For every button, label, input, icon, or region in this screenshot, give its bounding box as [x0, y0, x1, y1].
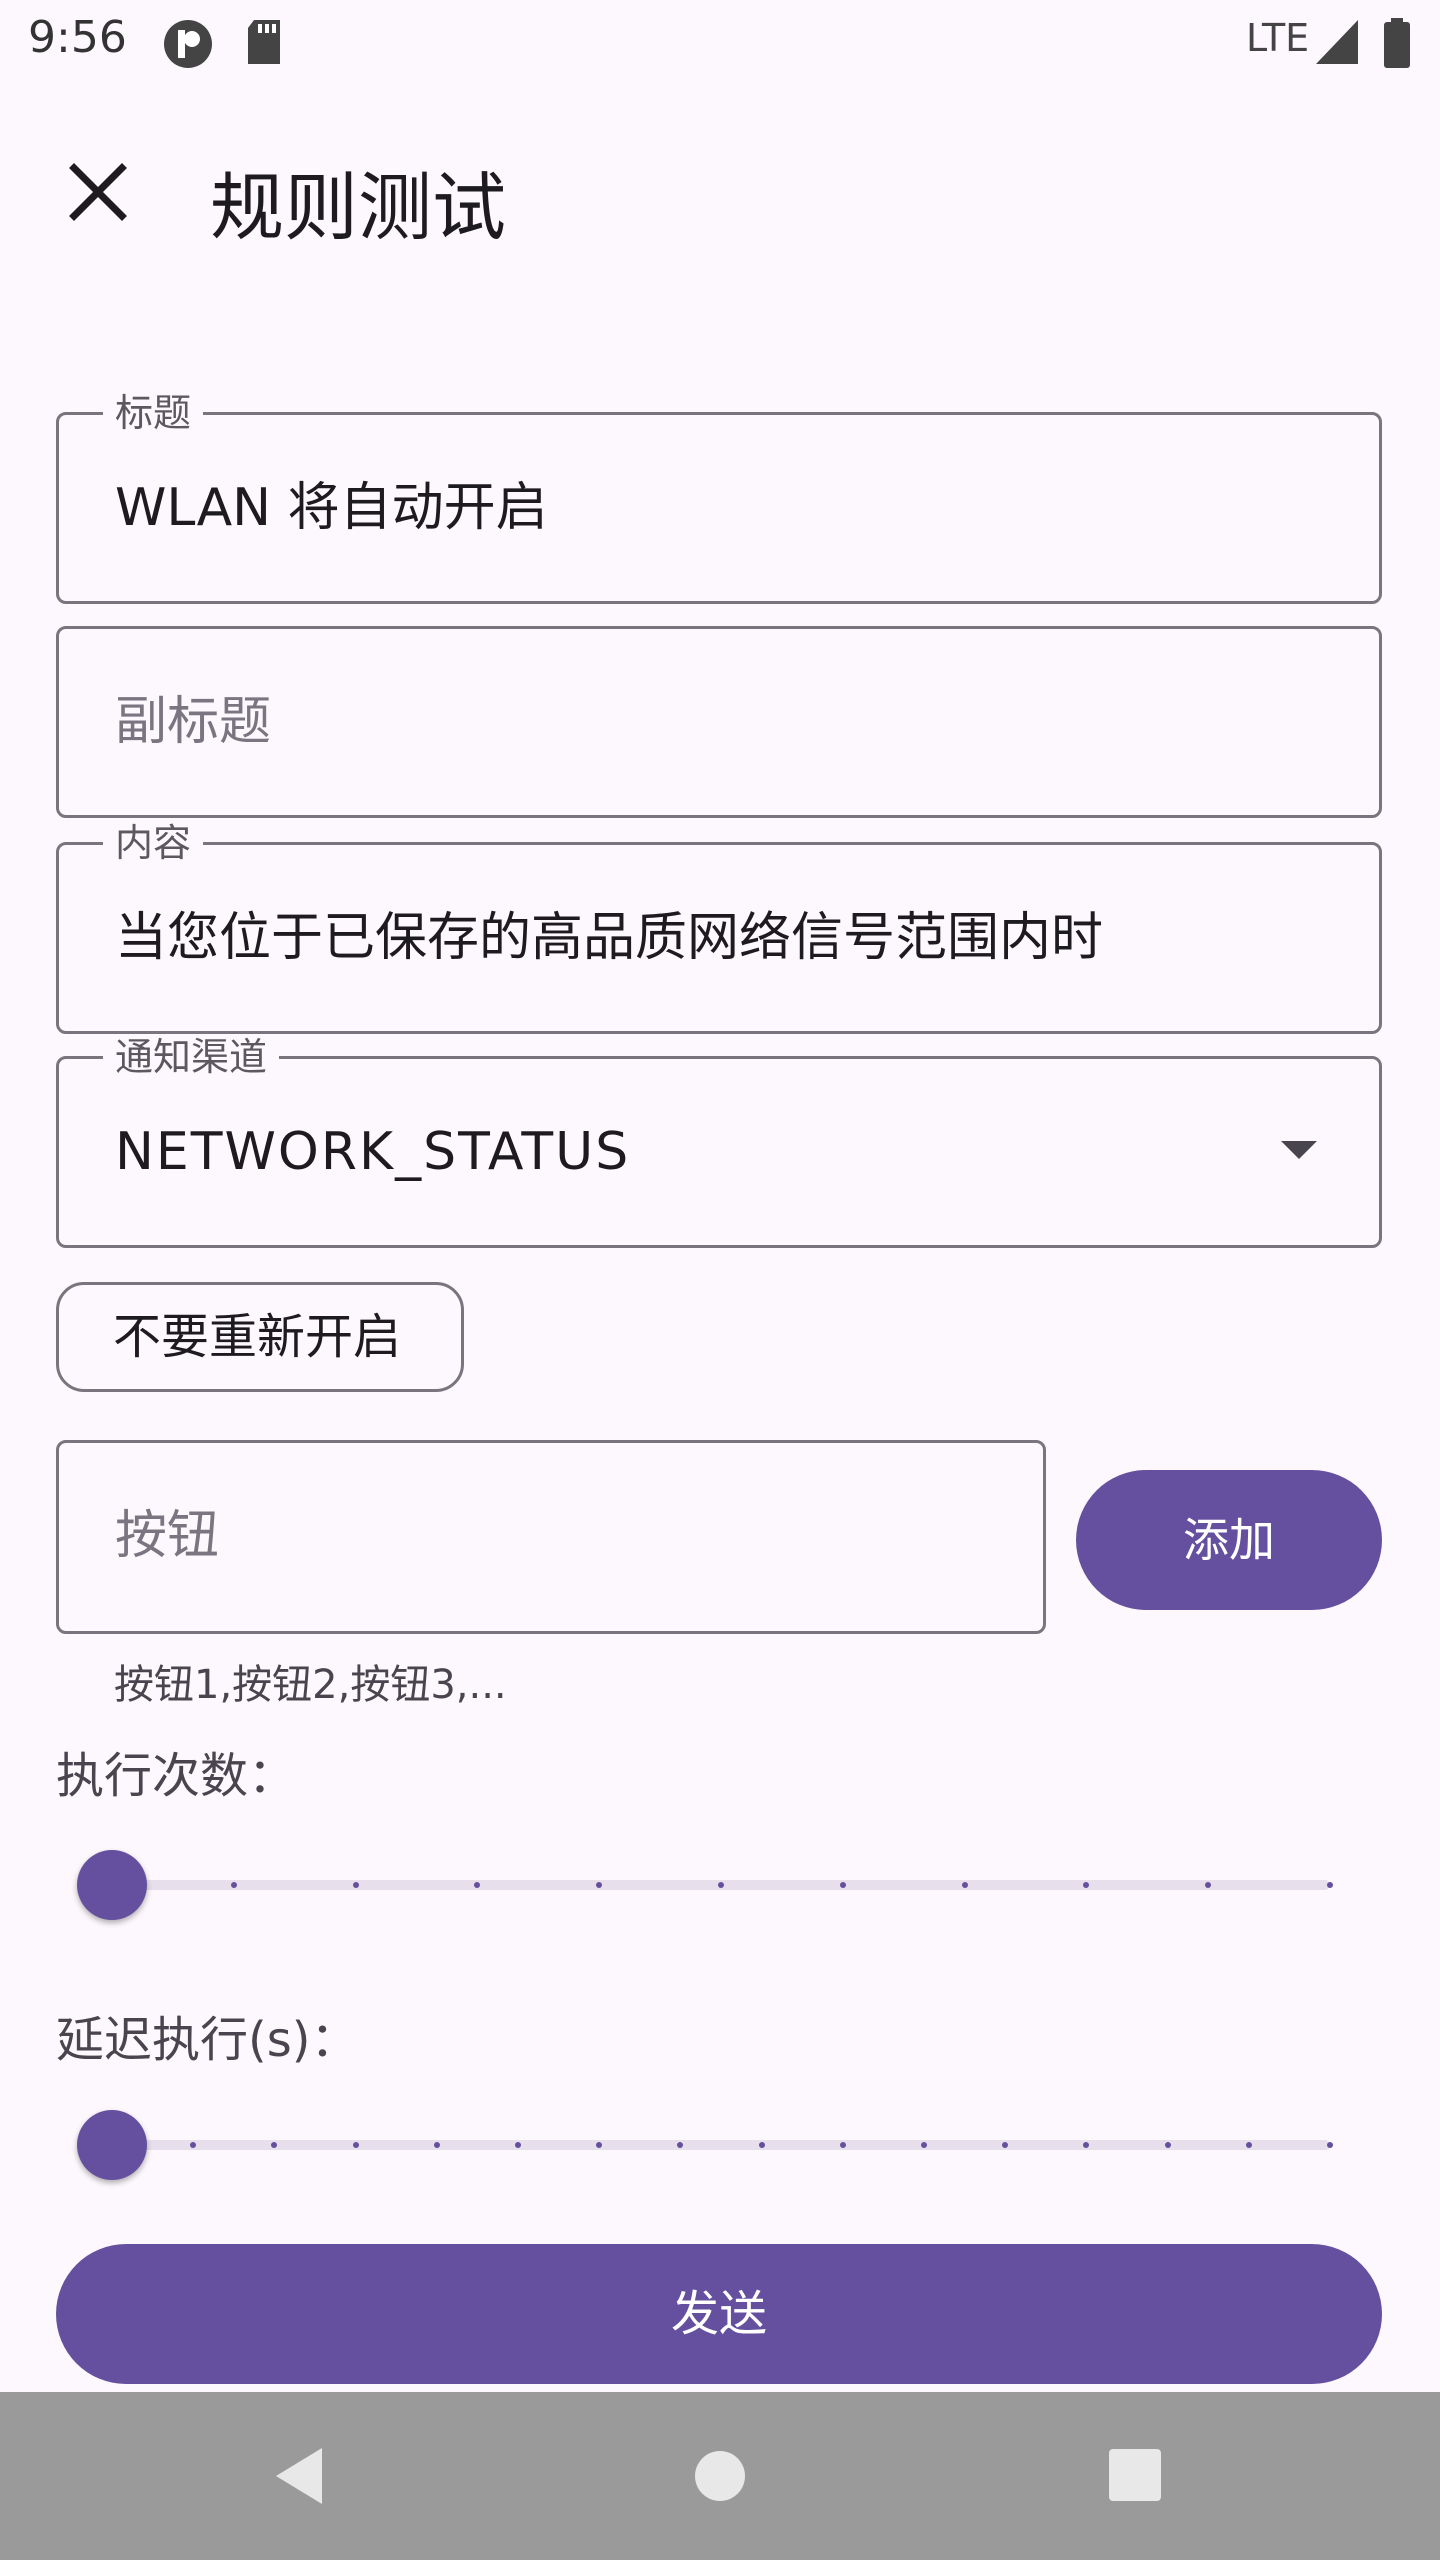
slider-tick — [758, 2142, 765, 2148]
channel-dropdown-value: NETWORK_STATUS — [115, 1122, 631, 1182]
page-title: 规则测试 — [210, 165, 506, 251]
channel-dropdown[interactable]: 通知渠道 NETWORK_STATUS — [56, 1035, 1382, 1248]
slider-track — [112, 2140, 1330, 2150]
title-field[interactable]: 标题 WLAN 将自动开启 — [56, 391, 1382, 604]
no-reopen-chip-label: 不要重新开启 — [113, 1309, 402, 1365]
button-input-helper: 按钮1,按钮2,按钮3,... — [114, 1662, 507, 1708]
slider-tick — [1245, 2142, 1252, 2148]
status-bar: 9:56 LTE — [0, 0, 1440, 84]
title-field-value: WLAN 将自动开启 — [115, 478, 548, 538]
navigation-bar — [0, 2392, 1440, 2560]
subtitle-field[interactable]: 副标题 — [56, 626, 1382, 818]
slider-tick — [1327, 2142, 1333, 2148]
slider-tick — [718, 1882, 724, 1888]
slider-tick — [515, 2142, 521, 2148]
no-reopen-chip[interactable]: 不要重新开启 — [56, 1282, 464, 1392]
signal-icon — [1316, 20, 1358, 64]
network-type: LTE — [1246, 16, 1310, 60]
status-time: 9:56 — [28, 12, 127, 63]
sd-card-icon — [248, 20, 280, 64]
slider-tick — [961, 1882, 968, 1888]
recents-icon[interactable] — [1108, 2448, 1162, 2502]
home-icon[interactable] — [694, 2450, 746, 2502]
send-button[interactable]: 发送 — [56, 2244, 1382, 2384]
slider-thumb[interactable] — [77, 1850, 147, 1920]
slider-tick — [921, 2142, 927, 2148]
slider-tick — [1327, 1882, 1333, 1888]
exec-count-slider[interactable] — [0, 1840, 1440, 1930]
slider-tick — [230, 1882, 237, 1888]
slider-tick — [352, 2142, 359, 2148]
app-icon — [164, 20, 212, 68]
slider-tick — [839, 1882, 846, 1888]
slider-tick — [1164, 2142, 1171, 2148]
delay-slider[interactable] — [0, 2100, 1440, 2190]
slider-tick — [433, 2142, 440, 2148]
subtitle-field-placeholder: 副标题 — [115, 692, 272, 752]
button-input[interactable]: 按钮 — [56, 1440, 1046, 1634]
slider-tick — [839, 2142, 846, 2148]
add-button[interactable]: 添加 — [1076, 1470, 1382, 1610]
exec-count-label: 执行次数： — [56, 1748, 297, 1804]
delay-label: 延迟执行(s)： — [56, 2012, 359, 2068]
slider-tick — [352, 1882, 359, 1888]
battery-icon — [1384, 18, 1410, 68]
close-icon — [69, 163, 127, 221]
content-field-value: 当您位于已保存的高品质网络信号范围内时 — [115, 908, 1104, 968]
slider-thumb[interactable] — [77, 2110, 147, 2180]
button-input-placeholder: 按钮 — [115, 1506, 220, 1566]
content-field[interactable]: 内容 当您位于已保存的高品质网络信号范围内时 — [56, 821, 1382, 1034]
dropdown-arrow-icon — [1281, 1141, 1317, 1159]
close-button[interactable] — [56, 150, 140, 234]
back-icon[interactable] — [270, 2444, 330, 2508]
